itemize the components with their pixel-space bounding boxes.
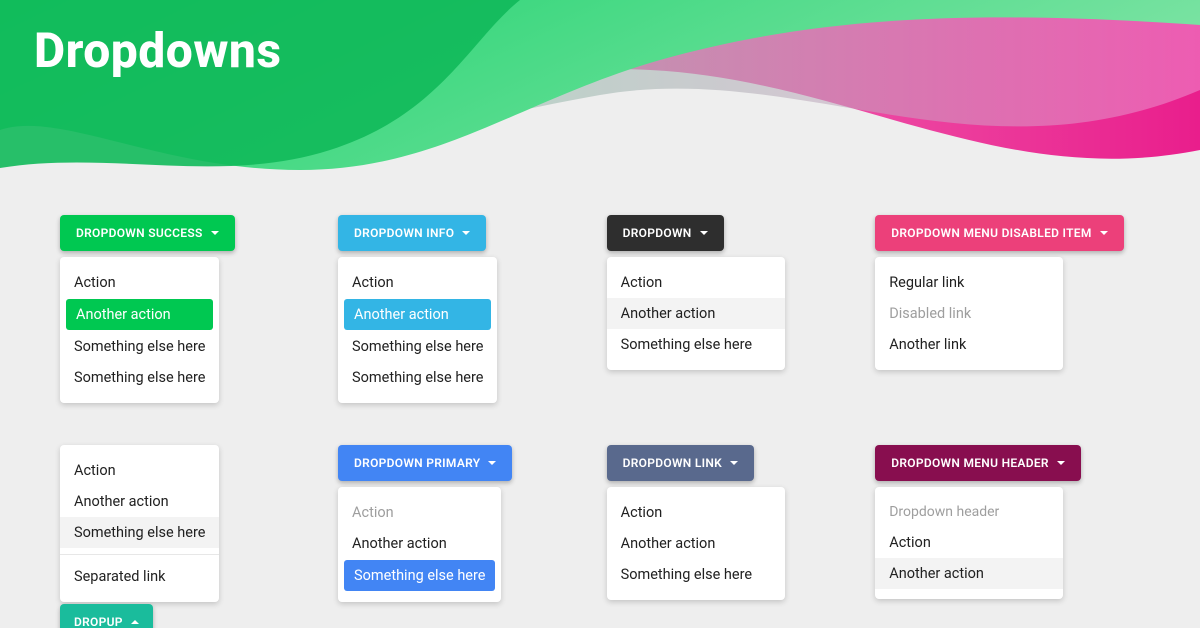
dropdown-pink-button[interactable]: Dropdown Menu Disabled Item <box>875 215 1123 251</box>
menu-item[interactable]: Action <box>60 267 219 298</box>
caret-down-icon <box>730 461 738 465</box>
col-success: Dropdown Success Action Another action S… <box>60 215 268 403</box>
content-area: Dropdown Success Action Another action S… <box>60 215 1140 628</box>
dropdown-purple-menu: Dropdown header Action Another action <box>875 487 1063 599</box>
dropup-stack: Action Another action Something else her… <box>60 445 219 628</box>
caret-down-icon <box>1057 461 1065 465</box>
menu-item[interactable]: Action <box>60 455 219 486</box>
menu-item-hover[interactable]: Another action <box>875 558 1063 589</box>
col-dark: Dropdown Action Another action Something… <box>607 215 806 403</box>
menu-divider <box>60 554 219 555</box>
menu-item[interactable]: Another action <box>60 486 219 517</box>
caret-down-icon <box>488 461 496 465</box>
caret-down-icon <box>462 231 470 235</box>
dropdown-info-button[interactable]: Dropdown Info <box>338 215 486 251</box>
row-1: Dropdown Success Action Another action S… <box>60 215 1140 403</box>
menu-item-active[interactable]: Another action <box>66 299 213 330</box>
menu-item[interactable]: Something else here <box>338 331 497 362</box>
menu-item-hover[interactable]: Another action <box>607 298 785 329</box>
menu-item[interactable]: Action <box>338 267 497 298</box>
menu-item[interactable]: Action <box>607 497 785 528</box>
col-dropup: Action Another action Something else her… <box>60 445 268 628</box>
menu-item[interactable]: Separated link <box>60 561 219 592</box>
dropdown-info-label: Dropdown Info <box>354 226 454 240</box>
menu-item-disabled: Action <box>338 497 501 528</box>
dropdown-primary-button[interactable]: Dropdown Primary <box>338 445 512 481</box>
menu-item[interactable]: Another action <box>338 528 501 559</box>
dropdown-slate-menu: Action Another action Something else her… <box>607 487 785 600</box>
dropdown-primary-label: Dropdown Primary <box>354 456 480 470</box>
menu-item[interactable]: Another link <box>875 329 1063 360</box>
dropdown-slate-label: Dropdown Link <box>623 456 722 470</box>
caret-up-icon <box>131 620 139 624</box>
hero: Dropdowns <box>0 0 1200 220</box>
dropdown-dark-label: Dropdown <box>623 226 692 240</box>
caret-down-icon <box>211 231 219 235</box>
menu-item-hover[interactable]: Something else here <box>60 517 219 548</box>
dropdown-info-menu: Action Another action Something else her… <box>338 257 497 403</box>
dropup-label: Dropup <box>74 615 123 628</box>
dropup-button[interactable]: Dropup <box>60 604 153 628</box>
dropdown-slate-button[interactable]: Dropdown Link <box>607 445 754 481</box>
dropdown-purple-button[interactable]: Dropdown Menu Header <box>875 445 1081 481</box>
menu-item-active[interactable]: Another action <box>344 299 491 330</box>
dropdown-pink-menu: Regular link Disabled link Another link <box>875 257 1063 370</box>
col-purple: Dropdown Menu Header Dropdown header Act… <box>875 445 1140 628</box>
menu-item[interactable]: Regular link <box>875 267 1063 298</box>
menu-item[interactable]: Something else here <box>60 331 219 362</box>
menu-item[interactable]: Something else here <box>338 362 497 393</box>
menu-item[interactable]: Something else here <box>607 329 785 360</box>
col-pink: Dropdown Menu Disabled Item Regular link… <box>875 215 1140 403</box>
caret-down-icon <box>1100 231 1108 235</box>
dropdown-dark-menu: Action Another action Something else her… <box>607 257 785 370</box>
menu-item[interactable]: Something else here <box>607 559 785 590</box>
dropdown-success-menu: Action Another action Something else her… <box>60 257 219 403</box>
menu-item-active[interactable]: Something else here <box>344 560 495 591</box>
menu-item[interactable]: Another action <box>607 528 785 559</box>
menu-header: Dropdown header <box>875 497 1063 527</box>
dropdown-dark-button[interactable]: Dropdown <box>607 215 724 251</box>
menu-item[interactable]: Action <box>875 527 1063 558</box>
row-2: Action Another action Something else her… <box>60 445 1140 628</box>
dropdown-primary-menu: Action Another action Something else her… <box>338 487 501 602</box>
dropdown-purple-label: Dropdown Menu Header <box>891 456 1049 470</box>
menu-item[interactable]: Something else here <box>60 362 219 393</box>
dropdown-pink-label: Dropdown Menu Disabled Item <box>891 226 1091 240</box>
menu-item-disabled: Disabled link <box>875 298 1063 329</box>
caret-down-icon <box>700 231 708 235</box>
col-slate: Dropdown Link Action Another action Some… <box>607 445 806 628</box>
col-info: Dropdown Info Action Another action Some… <box>338 215 537 403</box>
dropup-menu: Action Another action Something else her… <box>60 445 219 602</box>
page-title: Dropdowns <box>0 0 1200 79</box>
col-primary: Dropdown Primary Action Another action S… <box>338 445 537 628</box>
dropdown-success-label: Dropdown Success <box>76 226 203 240</box>
menu-item[interactable]: Action <box>607 267 785 298</box>
dropdown-success-button[interactable]: Dropdown Success <box>60 215 235 251</box>
